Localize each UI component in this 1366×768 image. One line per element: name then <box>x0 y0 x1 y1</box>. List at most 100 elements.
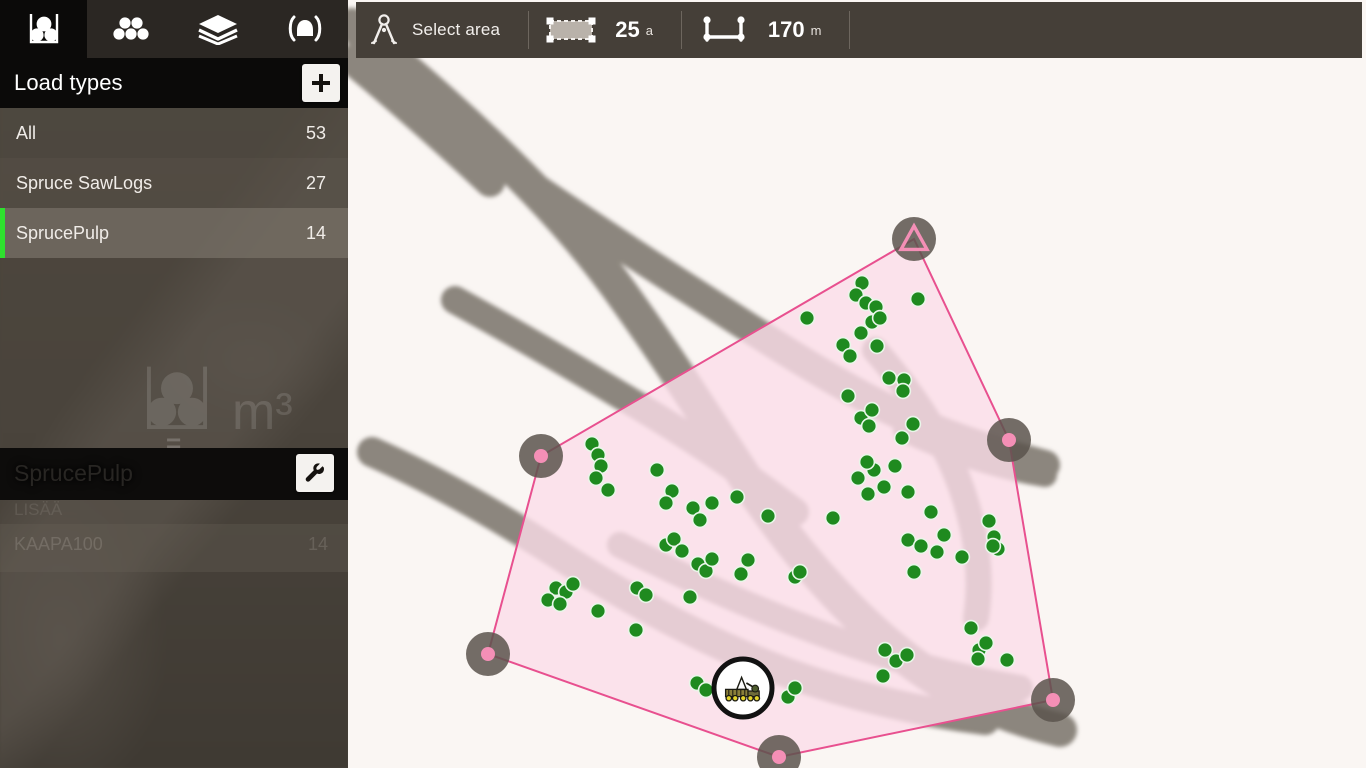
load-point-marker[interactable] <box>880 369 898 387</box>
list-item-label: All <box>16 122 37 143</box>
load-point-marker[interactable] <box>852 324 870 342</box>
load-point-marker[interactable] <box>703 494 721 512</box>
page-title: Load types <box>14 70 123 95</box>
map-graphics <box>348 8 1077 768</box>
load-point-marker[interactable] <box>849 469 867 487</box>
load-point-marker[interactable] <box>905 563 923 581</box>
polygon-vertex-handle[interactable] <box>519 434 563 478</box>
settings-button[interactable] <box>296 454 334 492</box>
polygon-vertex-handle[interactable] <box>987 418 1031 462</box>
load-point-marker[interactable] <box>998 651 1016 669</box>
load-point-marker[interactable] <box>868 337 886 355</box>
load-point-marker[interactable] <box>875 478 893 496</box>
load-point-marker[interactable] <box>871 309 889 327</box>
distance-value: 170 <box>767 17 805 42</box>
load-point-marker[interactable] <box>860 417 878 435</box>
load-point-marker[interactable] <box>587 469 605 487</box>
load-point-marker[interactable] <box>980 512 998 530</box>
load-point-marker[interactable] <box>874 667 892 685</box>
load-point-marker[interactable] <box>909 290 927 308</box>
load-types-list: All 53 Spruce SawLogs 27 SprucePulp 14 <box>0 108 348 258</box>
detail-sub-line-2-value: 14 <box>307 534 328 554</box>
alert-bell-icon <box>284 12 326 46</box>
map-canvas[interactable] <box>348 0 1366 768</box>
load-point-marker[interactable] <box>798 309 816 327</box>
list-item-label: Spruce SawLogs <box>16 172 153 193</box>
distance-unit: m <box>810 22 822 38</box>
select-area-button[interactable]: Select area <box>356 2 526 58</box>
load-point-marker[interactable] <box>898 646 916 664</box>
load-point-marker[interactable] <box>564 575 582 593</box>
load-point-marker[interactable] <box>953 548 971 566</box>
add-load-type-button[interactable] <box>302 64 340 102</box>
compass-divider-icon <box>356 14 412 46</box>
polygon-vertex-handle[interactable] <box>1031 678 1075 722</box>
detail-name-label: SprucePulp <box>14 460 133 486</box>
load-point-marker[interactable] <box>824 509 842 527</box>
load-point-marker[interactable] <box>681 588 699 606</box>
load-point-marker[interactable] <box>791 563 809 581</box>
select-area-label: Select area <box>412 20 501 39</box>
load-point-marker[interactable] <box>728 488 746 506</box>
load-point-marker[interactable] <box>732 565 750 583</box>
load-point-marker[interactable] <box>984 537 1002 555</box>
tab-piles[interactable] <box>87 0 174 58</box>
load-point-marker[interactable] <box>599 481 617 499</box>
area-unit: a <box>645 22 653 38</box>
load-point-marker[interactable] <box>962 619 980 637</box>
selection-indicator <box>0 158 5 208</box>
log-pile-icon <box>111 14 151 44</box>
volume-unit-label: m³ <box>232 383 293 441</box>
load-point-marker[interactable] <box>912 537 930 555</box>
list-item[interactable]: Spruce SawLogs 27 <box>0 158 348 208</box>
tab-layers[interactable] <box>174 0 261 58</box>
load-type-detail-overlay: m³ = SprucePulp LISÄÄ KAAPA100 14 <box>0 262 348 768</box>
map-toolbar: Select area 25 a 170 m <box>356 2 1362 58</box>
load-point-marker[interactable] <box>673 542 691 560</box>
layers-icon <box>197 13 239 45</box>
tab-alerts[interactable] <box>261 0 348 58</box>
load-point-marker[interactable] <box>899 483 917 501</box>
load-point-marker[interactable] <box>886 457 904 475</box>
forwarder-vehicle-marker[interactable] <box>711 656 775 720</box>
load-point-marker[interactable] <box>928 543 946 561</box>
load-point-marker[interactable] <box>691 511 709 529</box>
toolbar-divider-2 <box>680 11 682 49</box>
selection-indicator <box>0 108 5 158</box>
load-point-marker[interactable] <box>876 641 894 659</box>
load-point-marker[interactable] <box>922 503 940 521</box>
load-point-marker[interactable] <box>935 526 953 544</box>
distance-readout: 170 m <box>684 2 848 58</box>
load-point-marker[interactable] <box>839 387 857 405</box>
load-point-marker[interactable] <box>759 507 777 525</box>
tab-loads[interactable] <box>0 0 87 58</box>
load-point-marker[interactable] <box>589 602 607 620</box>
load-point-marker[interactable] <box>627 621 645 639</box>
detail-sub-line-1: LISÄÄ <box>14 500 63 519</box>
load-point-marker[interactable] <box>863 401 881 419</box>
load-point-marker[interactable] <box>977 634 995 652</box>
load-point-marker[interactable] <box>697 681 715 699</box>
load-point-marker[interactable] <box>786 679 804 697</box>
polygon-vertex-handle[interactable] <box>466 632 510 676</box>
load-point-marker[interactable] <box>637 586 655 604</box>
load-point-marker[interactable] <box>648 461 666 479</box>
load-point-marker[interactable] <box>551 595 569 613</box>
load-point-marker[interactable] <box>841 347 859 365</box>
list-item[interactable]: SprucePulp 14 <box>0 208 348 258</box>
load-point-marker[interactable] <box>904 415 922 433</box>
load-point-marker[interactable] <box>657 494 675 512</box>
load-point-marker[interactable] <box>703 550 721 568</box>
load-point-marker[interactable] <box>893 429 911 447</box>
list-item-count: 53 <box>305 122 326 143</box>
list-item[interactable]: All 53 <box>0 108 348 158</box>
load-point-marker[interactable] <box>894 382 912 400</box>
load-point-marker[interactable] <box>969 650 987 668</box>
load-point-marker[interactable] <box>858 453 876 471</box>
left-panel: Load types All 53 Spruce SawLogs 27 SprucePu… <box>0 0 348 768</box>
load-point-marker[interactable] <box>859 485 877 503</box>
area-readout: 25 a <box>531 2 679 58</box>
load-point-marker[interactable] <box>739 551 757 569</box>
list-item-count: 27 <box>305 172 326 193</box>
polygon-vertex-handle[interactable] <box>892 217 936 261</box>
